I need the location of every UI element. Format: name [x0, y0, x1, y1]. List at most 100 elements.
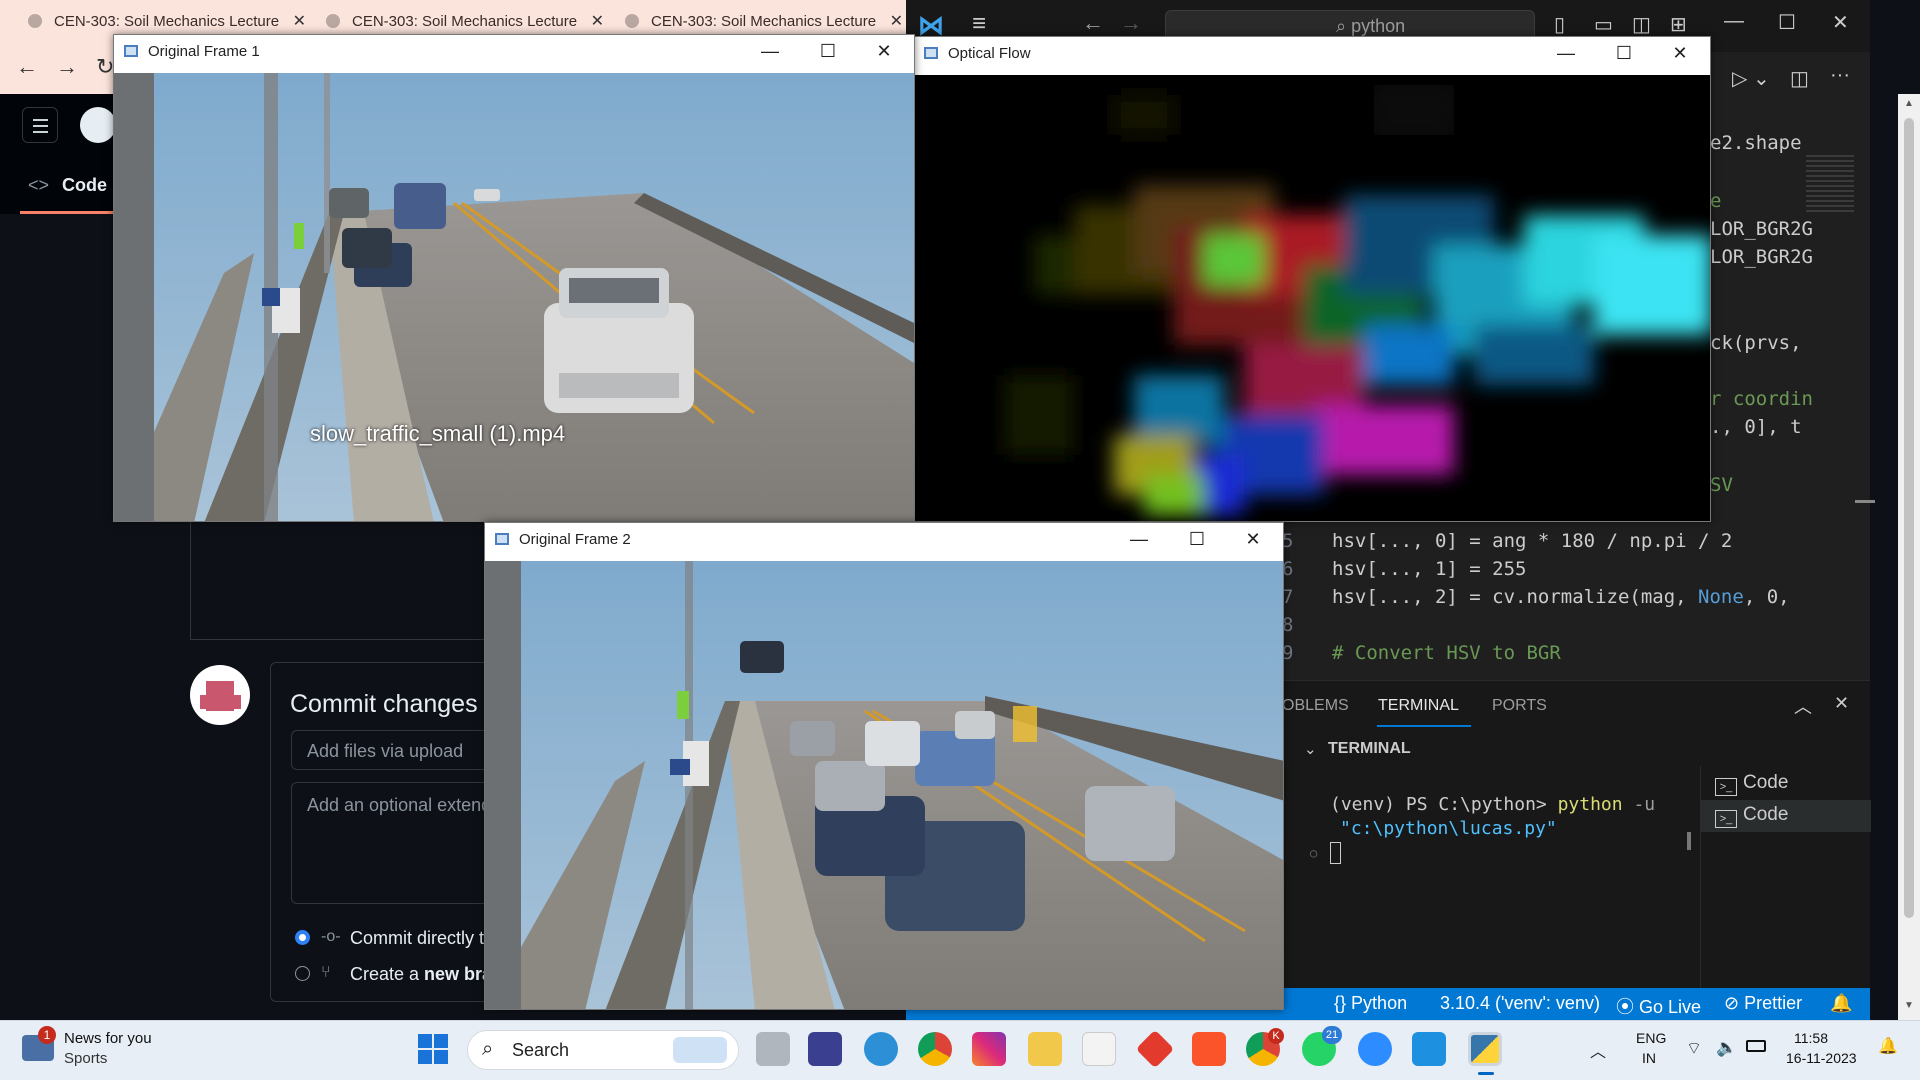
teams-icon[interactable]	[808, 1032, 842, 1066]
vscode-taskbar-icon[interactable]	[1412, 1032, 1446, 1066]
chevron-down-icon[interactable]: ⌄	[1304, 740, 1317, 758]
minimize-icon[interactable]: —	[1538, 39, 1594, 67]
brave-icon[interactable]	[1192, 1032, 1226, 1066]
terminal-icon: >_	[1715, 810, 1737, 828]
terminal-scrollbar[interactable]	[1687, 832, 1691, 850]
taskbar	[0, 1020, 1920, 1080]
commit-message-input[interactable]: Add files via upload	[291, 730, 511, 770]
radio-selected[interactable]	[295, 930, 310, 945]
help-icon[interactable]	[864, 1032, 898, 1066]
python-taskbar-icon[interactable]	[1468, 1032, 1502, 1066]
scroll-down-icon[interactable]: ▼	[1904, 1000, 1914, 1011]
commit-description-textarea[interactable]: Add an optional extended	[291, 782, 511, 904]
maximize-icon[interactable]: ☐	[800, 37, 856, 65]
minimize-icon[interactable]: —	[1111, 525, 1167, 553]
volume-icon[interactable]: 🔈	[1716, 1038, 1737, 1058]
browser-scrollbar[interactable]: ▲ ▼	[1898, 94, 1920, 1020]
close-icon[interactable]: ✕	[591, 11, 604, 31]
window-icon	[495, 533, 509, 545]
video-frame-1: slow_traffic_small (1).mp4	[114, 73, 914, 521]
code-fragment: ., 0], t	[1710, 416, 1802, 438]
more-actions-icon[interactable]: ···	[1830, 64, 1850, 87]
avatar[interactable]	[190, 665, 250, 725]
code-line: hsv[..., 1] = 255	[1332, 558, 1527, 580]
minimap[interactable]	[1806, 155, 1854, 215]
chevron-up-icon[interactable]: ︿	[1590, 1038, 1606, 1062]
taskbar-search[interactable]: ⌕ Search	[467, 1030, 739, 1070]
circle-icon: ○	[1310, 846, 1318, 860]
bridge-traffic-scene	[485, 561, 1283, 1009]
minimize-icon[interactable]: —	[1724, 10, 1744, 33]
menu-button[interactable]	[22, 107, 58, 143]
close-icon[interactable]: ✕	[1832, 10, 1849, 35]
windows-start-icon[interactable]	[418, 1034, 448, 1064]
maximize-icon[interactable]: ☐	[1596, 39, 1652, 67]
back-icon[interactable]: ←	[1082, 10, 1104, 36]
forward-icon[interactable]: →	[1120, 10, 1142, 36]
back-icon[interactable]: ←	[16, 54, 38, 80]
clock-time[interactable]: 11:58	[1794, 1030, 1828, 1046]
python-interpreter[interactable]: 3.10.4 ('venv': venv)	[1440, 993, 1600, 1014]
battery-icon[interactable]	[1746, 1040, 1766, 1052]
close-icon[interactable]: ✕	[890, 11, 903, 31]
close-icon[interactable]: ✕	[856, 37, 912, 65]
radio-unselected[interactable]	[295, 966, 310, 981]
clock-date: 16-11-2023	[1786, 1050, 1857, 1066]
news-subtitle: Sports	[64, 1050, 108, 1067]
run-icon[interactable]: ▷ ⌄	[1732, 66, 1770, 91]
browser-tab[interactable]: CEN-303: Soil Mechanics Lecture ✕	[20, 6, 316, 36]
wifi-icon[interactable]: ⌔	[1686, 1038, 1702, 1059]
check-icon: ⊘	[1724, 993, 1740, 1013]
go-live-button[interactable]: ⦿ Go Live	[1616, 993, 1701, 1019]
menu-icon[interactable]: ≡	[972, 10, 986, 38]
bell-icon[interactable]: 🔔	[1830, 993, 1852, 1014]
window-titlebar: Original Frame 2 — ☐ ✕	[485, 523, 1283, 561]
instagram-icon[interactable]	[972, 1032, 1006, 1066]
whatsapp-badge: 21	[1322, 1026, 1342, 1044]
radio-commit-direct[interactable]: -o- Commit directly t	[295, 928, 484, 949]
maximize-icon[interactable]: ☐	[1169, 525, 1225, 553]
split-editor-icon[interactable]: ◫	[1790, 66, 1809, 91]
close-icon[interactable]: ✕	[293, 11, 306, 31]
forward-icon[interactable]: →	[56, 54, 78, 80]
maximize-icon[interactable]: ☐	[1778, 10, 1796, 35]
code-fragment: LOR_BGR2G	[1710, 218, 1813, 240]
optical-flow-image	[914, 75, 1710, 521]
tab-code[interactable]: <> Code	[28, 175, 107, 196]
radio-new-branch[interactable]: ⑂ Create a new bra	[295, 964, 492, 985]
language-mode[interactable]: {} Python	[1334, 993, 1407, 1014]
close-panel-icon[interactable]: ✕	[1834, 693, 1849, 714]
close-icon[interactable]: ✕	[1225, 525, 1281, 553]
tab-ports[interactable]: PORTS	[1492, 697, 1547, 715]
chevron-up-icon[interactable]: ︿	[1794, 693, 1812, 719]
zoom-icon[interactable]	[1358, 1032, 1392, 1066]
prettier-button[interactable]: ⊘ Prettier	[1724, 993, 1802, 1014]
layout-panel-icon[interactable]: ▭	[1594, 12, 1613, 37]
close-icon[interactable]: ✕	[1652, 39, 1708, 67]
microsoft-store-icon[interactable]	[1082, 1032, 1116, 1066]
layout-sidebar-icon[interactable]: ▯	[1554, 12, 1565, 37]
terminal-list-item[interactable]: >_ Code	[1701, 800, 1871, 832]
minimize-icon[interactable]: —	[742, 37, 798, 65]
file-explorer-icon[interactable]	[1028, 1032, 1062, 1066]
browser-tab[interactable]: CEN-303: Soil Mechanics Lecture ✕	[318, 6, 614, 36]
chrome-icon[interactable]	[918, 1032, 952, 1066]
task-view-icon[interactable]	[756, 1032, 790, 1066]
layout-grid-icon[interactable]: ⊞	[1670, 12, 1687, 37]
news-title[interactable]: News for you	[64, 1030, 152, 1047]
github-logo-icon[interactable]	[80, 107, 116, 143]
original-frame-2-window: Original Frame 2 — ☐ ✕	[484, 522, 1284, 1010]
terminal-list-item[interactable]: >_ Code	[1701, 768, 1871, 800]
tab-terminal[interactable]: TERMINAL	[1378, 697, 1459, 715]
browser-tab[interactable]: CEN-303: Soil Mechanics Lecture ✕	[617, 6, 913, 36]
tab-problems[interactable]: OBLEMS	[1282, 697, 1349, 715]
scrollbar-thumb[interactable]	[1855, 500, 1875, 503]
terminal[interactable]: (venv) PS C:\python> python -u "c:\pytho…	[1282, 770, 1702, 988]
reload-icon[interactable]: ↻	[96, 54, 114, 80]
scroll-up-icon[interactable]: ▲	[1904, 98, 1914, 109]
notification-bell-icon[interactable]: 🔔	[1878, 1036, 1898, 1056]
code-fragment: e2.shape	[1710, 132, 1802, 154]
layout-split-icon[interactable]: ◫	[1632, 12, 1651, 37]
language-indicator[interactable]: ENG	[1636, 1030, 1666, 1046]
scrollbar-thumb[interactable]	[1904, 118, 1914, 918]
